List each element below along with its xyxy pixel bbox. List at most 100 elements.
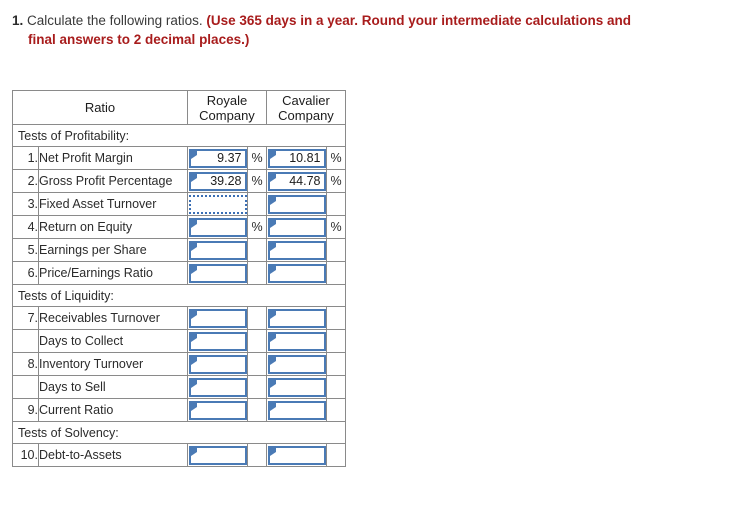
row-number: 2. [12, 169, 39, 193]
table-row: Days to Sell [12, 375, 346, 399]
cell-royale [187, 352, 248, 376]
row-number: 3. [12, 192, 39, 216]
cavalier-input-1[interactable]: 10.81 [267, 148, 326, 168]
royale-input-5[interactable] [188, 240, 247, 260]
royale-input-11[interactable] [188, 400, 247, 420]
cavalier-input-10[interactable] [267, 377, 326, 397]
cavalier-value-1: 10.81 [289, 150, 321, 165]
table-row: 10. Debt-to-Assets [12, 443, 346, 467]
cell-marker-triangle-icon [269, 219, 276, 228]
row-label: Days to Collect [38, 329, 188, 353]
column-header-cavalier: Cavalier Company [266, 90, 346, 125]
cell-cavalier [266, 192, 327, 216]
table-row: 5. Earnings per Share [12, 238, 346, 262]
royale-percent-suffix-11 [247, 398, 267, 422]
table-row: Days to Collect [12, 329, 346, 353]
cavalier-percent-suffix-9 [326, 352, 346, 376]
royale-input-4[interactable] [188, 217, 247, 237]
cavalier-input-6[interactable] [267, 263, 326, 283]
row-number: 10. [12, 443, 39, 467]
question-note-line2: final answers to 2 decimal places.) [28, 32, 250, 47]
cavalier-input-11[interactable] [267, 400, 326, 420]
cell-marker-triangle-icon [190, 150, 197, 159]
cell-cavalier: 44.78 [266, 169, 327, 193]
row-label: Current Ratio [38, 398, 188, 422]
royale-input-3[interactable] [188, 194, 247, 214]
cell-marker-triangle-icon [269, 150, 276, 159]
table-row: 6. Price/Earnings Ratio [12, 261, 346, 285]
cell-marker-triangle-icon [190, 333, 197, 342]
row-label: Debt-to-Assets [38, 443, 188, 467]
royale-input-1[interactable]: 9.37 [188, 148, 247, 168]
cavalier-value-2: 44.78 [289, 173, 321, 188]
cell-marker-triangle-icon [190, 447, 197, 456]
royale-percent-suffix-3 [247, 192, 267, 216]
cavalier-percent-suffix-11 [326, 398, 346, 422]
row-label: Receivables Turnover [38, 306, 188, 330]
cell-marker-triangle-icon [190, 173, 197, 182]
cavalier-input-8[interactable] [267, 331, 326, 351]
cell-cavalier [266, 443, 327, 467]
row-label: Days to Sell [38, 375, 188, 399]
royale-percent-suffix-8 [247, 329, 267, 353]
cell-marker-triangle-icon [190, 402, 197, 411]
cell-royale [187, 375, 248, 399]
row-number: 7. [12, 306, 39, 330]
royale-input-6[interactable] [188, 263, 247, 283]
cell-cavalier [266, 238, 327, 262]
row-number: 4. [12, 215, 39, 239]
cell-royale [187, 398, 248, 422]
cavalier-percent-suffix-8 [326, 329, 346, 353]
cell-marker-triangle-icon [269, 333, 276, 342]
cavalier-input-7[interactable] [267, 308, 326, 328]
royale-percent-suffix-1: % [247, 146, 267, 170]
royale-input-2[interactable]: 39.28 [188, 171, 247, 191]
column-header-ratio: Ratio [12, 90, 188, 125]
royale-input-8[interactable] [188, 331, 247, 351]
row-label: Return on Equity [38, 215, 188, 239]
table-row: 2. Gross Profit Percentage 39.28% 44.78% [12, 169, 346, 193]
row-label: Fixed Asset Turnover [38, 192, 188, 216]
question-text: Calculate the following ratios. [27, 13, 203, 28]
cell-cavalier [266, 375, 327, 399]
section-header-row: Tests of Profitability: [12, 124, 346, 147]
row-number [12, 375, 39, 399]
cavalier-input-5[interactable] [267, 240, 326, 260]
royale-percent-suffix-10 [247, 375, 267, 399]
cell-marker-triangle-icon [269, 242, 276, 251]
cavalier-input-4[interactable] [267, 217, 326, 237]
royale-percent-suffix-4: % [247, 215, 267, 239]
royale-input-9[interactable] [188, 354, 247, 374]
cavalier-input-12[interactable] [267, 445, 326, 465]
cavalier-percent-suffix-3 [326, 192, 346, 216]
cell-royale [187, 215, 248, 239]
royale-input-10[interactable] [188, 377, 247, 397]
row-label: Inventory Turnover [38, 352, 188, 376]
royale-value-1: 9.37 [217, 150, 242, 165]
cell-cavalier [266, 398, 327, 422]
row-label: Earnings per Share [38, 238, 188, 262]
cell-cavalier [266, 215, 327, 239]
cell-royale [187, 238, 248, 262]
section-title: Tests of Profitability: [12, 124, 346, 147]
cell-marker-triangle-icon [190, 379, 197, 388]
row-label: Gross Profit Percentage [38, 169, 188, 193]
table-body: Tests of Profitability: 1. Net Profit Marg… [12, 124, 346, 467]
cell-cavalier: 10.81 [266, 146, 327, 170]
cell-marker-triangle-icon [269, 447, 276, 456]
cavalier-input-2[interactable]: 44.78 [267, 171, 326, 191]
cell-cavalier [266, 329, 327, 353]
royale-input-7[interactable] [188, 308, 247, 328]
royale-input-12[interactable] [188, 445, 247, 465]
cavalier-percent-suffix-5 [326, 238, 346, 262]
cavalier-input-3[interactable] [267, 194, 326, 214]
cell-marker-triangle-icon [269, 173, 276, 182]
cell-marker-triangle-icon [190, 265, 197, 274]
table-row: 3. Fixed Asset Turnover [12, 192, 346, 216]
cavalier-percent-suffix-6 [326, 261, 346, 285]
column-header-royale-line2: Company [199, 107, 255, 123]
cell-cavalier [266, 261, 327, 285]
table-row: 7. Receivables Turnover [12, 306, 346, 330]
cell-marker-triangle-icon [269, 379, 276, 388]
cavalier-input-9[interactable] [267, 354, 326, 374]
